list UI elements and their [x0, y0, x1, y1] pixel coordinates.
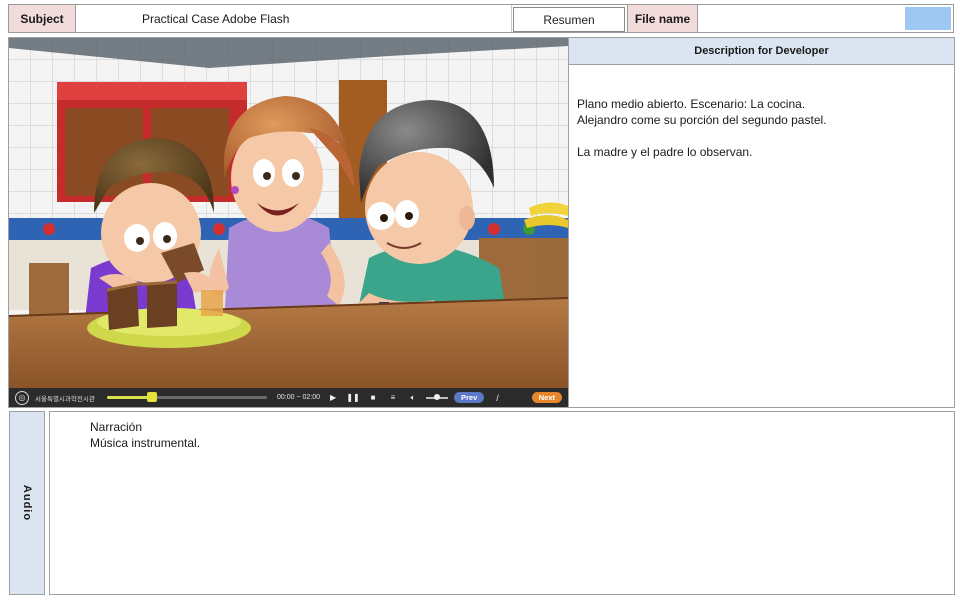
filename-label: File name: [627, 5, 698, 32]
seek-handle[interactable]: [146, 392, 157, 402]
description-line: Plano medio abierto. Escenario: La cocin…: [577, 97, 806, 111]
filename-color-swatch: [905, 7, 951, 30]
logo-icon: ◎: [15, 390, 29, 405]
audio-line: Música instrumental.: [90, 436, 201, 450]
audio-label-cell: Audio: [9, 411, 45, 595]
subject-label: Subject: [9, 5, 76, 32]
description-body: Plano medio abierto. Escenario: La cocin…: [569, 65, 954, 160]
organization-name: 서울특별시과학전시관: [35, 395, 95, 403]
player-controls: ◎ 서울특별시과학전시관 00:00 ~ 02:00 ▶ ❚❚ ■ ≡ 🔈︎ P…: [9, 388, 568, 407]
video-player[interactable]: ◎ 서울특별시과학전시관 00:00 ~ 02:00 ▶ ❚❚ ■ ≡ 🔈︎ P…: [8, 37, 569, 408]
description-line: Alejandro come su porción del segundo pa…: [577, 113, 827, 127]
audio-line: Narración: [90, 420, 143, 434]
time-display: 00:00 ~ 02:00: [277, 394, 321, 401]
description-line: La madre y el padre lo observan.: [577, 145, 753, 159]
volume-handle[interactable]: [434, 393, 441, 400]
header-bar: Subject Practical Case Adobe Flash Resum…: [8, 4, 954, 33]
resumen-button[interactable]: Resumen: [513, 7, 625, 32]
play-icon[interactable]: ▶: [326, 393, 340, 402]
developer-description-panel: Description for Developer Plano medio ab…: [569, 37, 955, 408]
kitchen-scene-image: [9, 38, 568, 388]
menu-icon[interactable]: ≡: [386, 393, 400, 402]
next-button[interactable]: Next: [531, 392, 562, 403]
audio-label: Audio: [21, 484, 34, 522]
volume-slider[interactable]: [426, 393, 449, 400]
audio-notes: Narración Música instrumental.: [49, 411, 955, 595]
prev-button[interactable]: Prev: [454, 392, 485, 403]
nav-separator: /: [496, 392, 499, 403]
volume-icon[interactable]: 🔈︎: [406, 393, 420, 403]
seek-bar[interactable]: [107, 392, 267, 402]
video-frame: [9, 38, 568, 388]
pause-icon[interactable]: ❚❚: [346, 393, 360, 402]
description-header: Description for Developer: [569, 38, 954, 65]
subject-value: Practical Case Adobe Flash: [76, 5, 512, 32]
seek-bar-fill: [107, 396, 152, 399]
stop-icon[interactable]: ■: [366, 393, 380, 402]
